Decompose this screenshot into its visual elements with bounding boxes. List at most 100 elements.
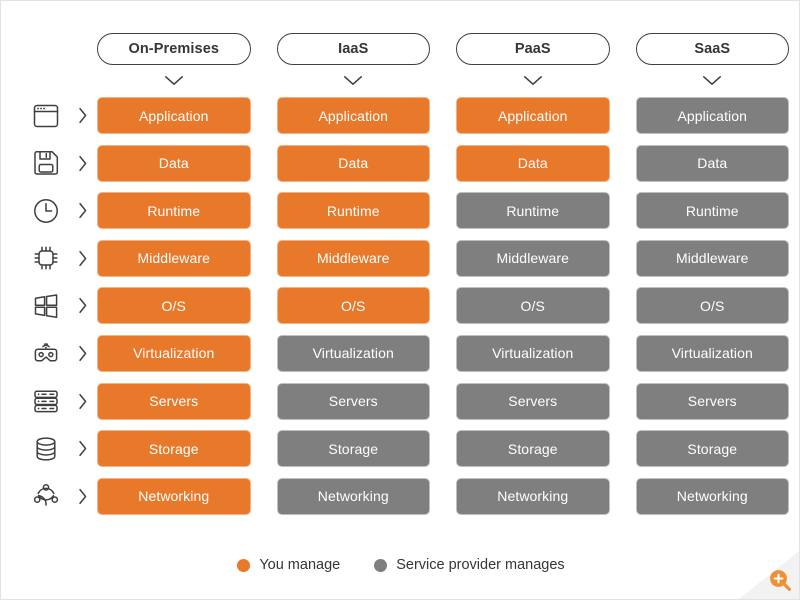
layer-boxes-middleware: Middleware Middleware Middleware Middleware (97, 239, 789, 277)
windows-logo-icon (34, 294, 58, 318)
layer-icon-cell-servers (23, 383, 69, 420)
cell-saas-application[interactable]: Application (635, 97, 789, 134)
layer-icon-cell-networking (23, 478, 69, 515)
cell-on-premises-virtualization[interactable]: Virtualization (97, 334, 251, 372)
chevron-down-icon (523, 75, 542, 85)
layer-boxes-data: Data Data Data Data (97, 144, 789, 182)
layer-icon-cell-middleware (23, 240, 69, 277)
legend-item-manage: You manage (237, 557, 340, 573)
layer-icon-cell-runtime (23, 192, 69, 229)
cell-on-premises-o-s[interactable]: O/S (97, 287, 251, 325)
cell-on-premises-servers[interactable]: Servers (97, 382, 251, 420)
cell-paas-data[interactable]: Data (456, 144, 610, 182)
chevron-down-icon (164, 75, 183, 85)
responsibility-grid: Application Application Application Applica… (23, 97, 789, 515)
chevron-right-icon (79, 107, 87, 124)
layer-boxes-o-s: O/S O/S O/S O/S (97, 287, 789, 325)
layer-icon-cell-storage (23, 430, 69, 467)
layer-row-data: Data Data Data Data (23, 144, 789, 182)
cell-paas-networking[interactable]: Networking (456, 477, 610, 515)
column-header-on-premises[interactable]: On-Premises (97, 33, 251, 65)
cell-saas-virtualization[interactable]: Virtualization (635, 334, 789, 372)
row-arrow-cell (69, 383, 97, 420)
layer-boxes-networking: Networking Networking Networking Networking (97, 477, 789, 515)
cell-saas-data[interactable]: Data (635, 144, 789, 182)
cell-iaas-storage[interactable]: Storage (276, 430, 430, 468)
corner-zoom-affordance[interactable] (739, 551, 799, 599)
layer-icon-cell-data (23, 145, 69, 182)
cell-paas-application[interactable]: Application (456, 97, 610, 134)
cell-iaas-middleware[interactable]: Middleware (276, 239, 430, 277)
row-arrow-cell (69, 430, 97, 467)
cell-saas-servers[interactable]: Servers (635, 382, 789, 420)
row-arrow-cell (69, 240, 97, 277)
row-arrow-cell (69, 97, 97, 134)
server-rack-icon (34, 390, 58, 413)
cell-saas-networking[interactable]: Networking (635, 477, 789, 515)
column-chevron-cell (636, 71, 790, 89)
column-chevron-row (97, 71, 789, 89)
cell-on-premises-networking[interactable]: Networking (97, 477, 251, 515)
chevron-right-icon (79, 393, 87, 409)
column-chevron-cell (97, 71, 251, 89)
cell-iaas-o-s[interactable]: O/S (276, 287, 430, 325)
chevron-right-icon (79, 441, 87, 457)
column-header-saas[interactable]: SaaS (635, 33, 789, 65)
cell-on-premises-storage[interactable]: Storage (97, 430, 251, 468)
row-arrow-cell (69, 478, 97, 515)
column-header-row: On-Premises IaaS PaaS SaaS (97, 33, 789, 65)
row-arrow-cell (69, 192, 97, 229)
cell-iaas-application[interactable]: Application (276, 97, 430, 134)
layer-boxes-runtime: Runtime Runtime Runtime Runtime (97, 192, 789, 230)
chevron-right-icon (79, 345, 87, 362)
legend: You manage Service provider manages (1, 557, 800, 573)
cell-iaas-servers[interactable]: Servers (276, 382, 430, 420)
database-cylinder-icon (36, 437, 56, 461)
cell-iaas-data[interactable]: Data (276, 144, 430, 182)
cell-saas-storage[interactable]: Storage (635, 430, 789, 468)
zoom-in-icon[interactable] (768, 568, 792, 592)
column-header-iaas[interactable]: IaaS (276, 33, 430, 65)
cell-iaas-virtualization[interactable]: Virtualization (276, 334, 430, 372)
layer-row-networking: Networking Networking Networking Networking (23, 477, 789, 515)
layer-row-o-s: O/S O/S O/S O/S (23, 287, 789, 325)
layer-row-servers: Servers Servers Servers Servers (23, 382, 789, 420)
cell-iaas-networking[interactable]: Networking (276, 477, 430, 515)
layer-boxes-application: Application Application Application Applica… (97, 97, 789, 134)
chevron-right-icon (79, 250, 87, 266)
row-arrow-cell (69, 335, 97, 372)
cell-on-premises-data[interactable]: Data (97, 144, 251, 182)
cell-on-premises-application[interactable]: Application (97, 97, 251, 134)
chevron-down-icon (703, 75, 722, 85)
chevron-down-icon (344, 75, 363, 85)
cell-saas-middleware[interactable]: Middleware (635, 239, 789, 277)
clock-icon (34, 198, 58, 223)
network-nodes-icon (33, 484, 59, 506)
cell-saas-runtime[interactable]: Runtime (635, 192, 789, 230)
column-header-paas[interactable]: PaaS (456, 33, 610, 65)
layer-row-virtualization: Virtualization Virtualization Virtualizati… (23, 334, 789, 372)
cell-paas-servers[interactable]: Servers (456, 382, 610, 420)
cell-paas-runtime[interactable]: Runtime (456, 192, 610, 230)
floppy-disk-icon (34, 151, 59, 175)
legend-item-provider: Service provider manages (374, 557, 565, 573)
chevron-right-icon (79, 155, 87, 171)
cell-on-premises-middleware[interactable]: Middleware (97, 239, 251, 277)
layer-boxes-virtualization: Virtualization Virtualization Virtualizati… (97, 334, 789, 372)
layer-boxes-servers: Servers Servers Servers Servers (97, 382, 789, 420)
layer-icon-cell-virtualization (23, 335, 69, 372)
cell-iaas-runtime[interactable]: Runtime (276, 192, 430, 230)
legend-label-manage: You manage (259, 557, 341, 573)
cell-saas-o-s[interactable]: O/S (635, 287, 789, 325)
layer-icon-cell-application (23, 97, 69, 134)
cell-paas-virtualization[interactable]: Virtualization (456, 334, 610, 372)
cell-paas-o-s[interactable]: O/S (456, 287, 610, 325)
cell-paas-storage[interactable]: Storage (456, 430, 610, 468)
cell-on-premises-runtime[interactable]: Runtime (97, 192, 251, 230)
chevron-right-icon (79, 488, 87, 504)
layer-row-application: Application Application Application Applica… (23, 97, 789, 134)
layer-row-middleware: Middleware Middleware Middleware Middleware (23, 239, 789, 277)
cell-paas-middleware[interactable]: Middleware (456, 239, 610, 277)
layer-row-storage: Storage Storage Storage Storage (23, 430, 789, 468)
column-chevron-cell (456, 71, 610, 89)
